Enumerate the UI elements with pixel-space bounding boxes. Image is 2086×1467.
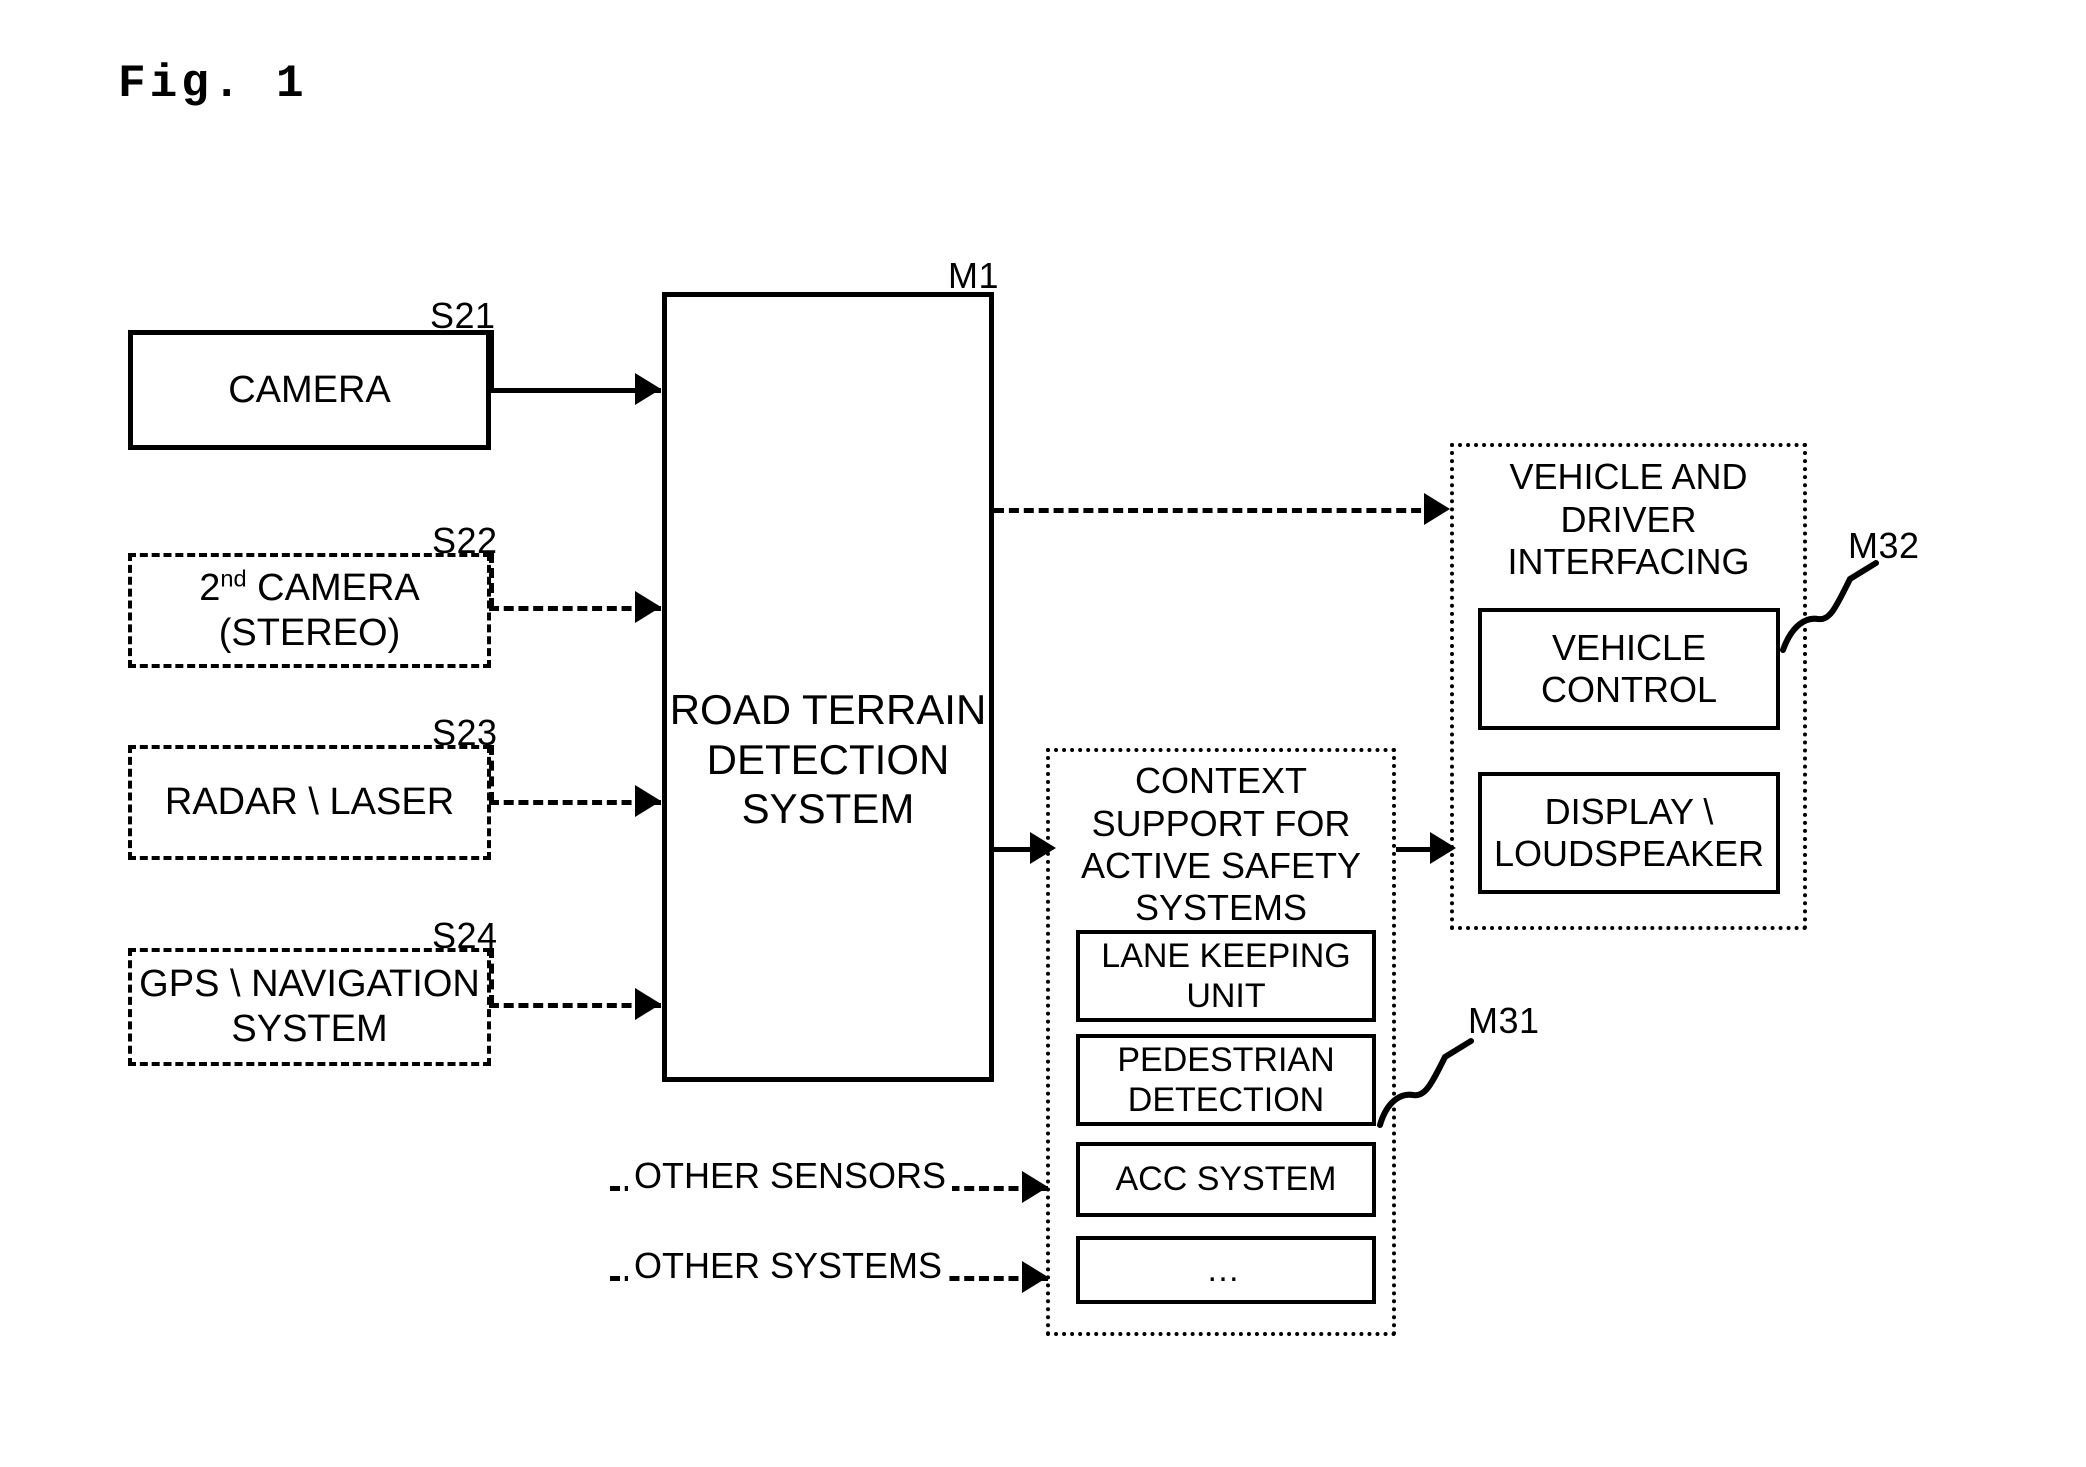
- context-support-title-line2: SUPPORT FOR: [1091, 802, 1351, 844]
- sensor-label-second-camera-line1: 2nd CAMERA: [199, 565, 420, 609]
- vehicle-driver-interfacing-title-text: VEHICLE AND DRIVER INTERFACING: [1507, 456, 1749, 583]
- main-unit-box-road-terrain-detection-system: ROAD TERRAIN DETECTION SYSTEM: [662, 292, 994, 1082]
- ref-label-m1: M1: [948, 255, 1000, 296]
- lane-keeping-unit-line1: LANE KEEPING: [1101, 936, 1351, 975]
- sensor-box-camera: CAMERA: [128, 330, 491, 450]
- arrowhead-s23: [635, 785, 661, 817]
- connector-s24-vertical: [489, 948, 494, 1005]
- sensor-label-radar-laser: RADAR \ LASER: [164, 781, 455, 824]
- connector-m1-to-m32: [994, 508, 1436, 513]
- context-support-title-line1: CONTEXT: [1134, 760, 1307, 802]
- main-unit-label-line2: DETECTION: [706, 735, 950, 783]
- display-loudspeaker-line2: LOUDSPEAKER: [1493, 833, 1765, 874]
- vehicle-driver-interfacing-title: VEHICLE AND DRIVER INTERFACING: [1456, 455, 1801, 585]
- arrowhead-other-sensors: [1022, 1171, 1048, 1203]
- context-support-item-ellipsis: …: [1076, 1236, 1376, 1304]
- sensor-box-gps-navigation: GPS \ NAVIGATION SYSTEM: [128, 948, 491, 1066]
- vehicle-control-line1: VEHICLE: [1551, 626, 1707, 668]
- connector-s22-vertical: [489, 553, 494, 608]
- acc-system-label: ACC SYSTEM: [1115, 1160, 1337, 1199]
- other-sensors-label: OTHER SENSORS: [628, 1155, 953, 1197]
- arrowhead-s21: [635, 373, 661, 405]
- vehicle-driver-interfacing-item-vehicle-control: VEHICLE CONTROL: [1478, 608, 1780, 730]
- display-loudspeaker-line1: DISPLAY \: [1544, 790, 1714, 832]
- vdi-title-line1: VEHICLE AND: [1509, 456, 1748, 498]
- vehicle-driver-interfacing-item-display-loudspeaker: DISPLAY \ LOUDSPEAKER: [1478, 772, 1780, 894]
- context-support-title-line4: SYSTEMS: [1134, 887, 1308, 929]
- sensor-label-camera: CAMERA: [228, 368, 391, 411]
- context-support-title: CONTEXT SUPPORT FOR ACTIVE SAFETY SYSTEM…: [1052, 760, 1390, 930]
- sensor-box-radar-laser: RADAR \ LASER: [128, 745, 491, 860]
- vdi-title-line2: DRIVER: [1560, 498, 1697, 540]
- figure-title: Fig. 1: [118, 58, 308, 110]
- sensor-label-second-camera-line2: (STEREO): [218, 611, 401, 654]
- leader-line-m32: [1780, 560, 1879, 653]
- sensor-label-gps-navigation-line2: SYSTEM: [231, 1008, 388, 1050]
- context-support-item-acc-system: ACC SYSTEM: [1076, 1142, 1376, 1217]
- arrowhead-other-systems: [1022, 1261, 1048, 1293]
- main-unit-label: ROAD TERRAIN DETECTION SYSTEM: [670, 685, 987, 834]
- vdi-title-line3: INTERFACING: [1507, 541, 1750, 583]
- lane-keeping-unit-line2: UNIT: [1186, 977, 1266, 1015]
- main-unit-label-line1: ROAD TERRAIN: [669, 686, 987, 734]
- context-support-item-lane-keeping-unit: LANE KEEPING UNIT: [1076, 930, 1376, 1022]
- sensor-label-gps-navigation: GPS \ NAVIGATION SYSTEM: [139, 962, 480, 1052]
- sensor-label-second-camera: 2nd CAMERA (STEREO): [199, 566, 419, 656]
- context-support-title-line3: ACTIVE SAFETY: [1080, 845, 1362, 886]
- leader-line-m31: [1377, 1038, 1474, 1128]
- other-systems-label: OTHER SYSTEMS: [628, 1245, 949, 1287]
- vehicle-control-line2: CONTROL: [1540, 669, 1717, 710]
- connector-s23-vertical: [489, 745, 494, 802]
- arrowhead-s22: [635, 591, 661, 623]
- pedestrian-detection-line2: DETECTION: [1127, 1081, 1325, 1119]
- main-unit-label-line3: SYSTEM: [741, 785, 915, 833]
- arrowhead-m1-to-m32: [1424, 493, 1450, 525]
- ellipsis-label: …: [1206, 1250, 1246, 1289]
- sensor-box-second-camera: 2nd CAMERA (STEREO): [128, 553, 491, 668]
- context-support-item-pedestrian-detection: PEDESTRIAN DETECTION: [1076, 1034, 1376, 1126]
- arrowhead-s24: [635, 988, 661, 1020]
- pedestrian-detection-line1: PEDESTRIAN: [1117, 1040, 1335, 1079]
- connector-s21-vertical: [489, 330, 494, 390]
- context-support-title-text: CONTEXT SUPPORT FOR ACTIVE SAFETY SYSTEM…: [1081, 760, 1361, 930]
- sensor-label-gps-navigation-line1: GPS \ NAVIGATION: [139, 963, 480, 1006]
